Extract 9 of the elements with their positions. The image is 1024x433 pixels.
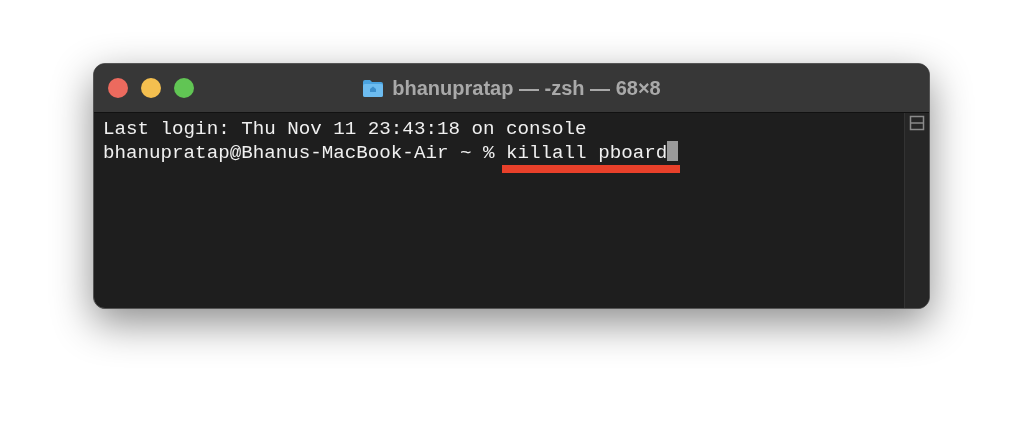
command-text: killall pboard bbox=[506, 142, 668, 164]
folder-icon bbox=[362, 78, 385, 98]
split-pane-icon[interactable] bbox=[909, 115, 925, 131]
window-title: bhanupratap — -zsh — 68×8 bbox=[392, 76, 661, 100]
zoom-button[interactable] bbox=[174, 78, 194, 98]
close-button[interactable] bbox=[108, 78, 128, 98]
minimize-button[interactable] bbox=[141, 78, 161, 98]
output-line: Last login: Thu Nov 11 23:43:18 on console bbox=[103, 118, 587, 140]
shell-prompt: bhanupratap@Bhanus-MacBook-Air ~ % bbox=[103, 142, 496, 164]
